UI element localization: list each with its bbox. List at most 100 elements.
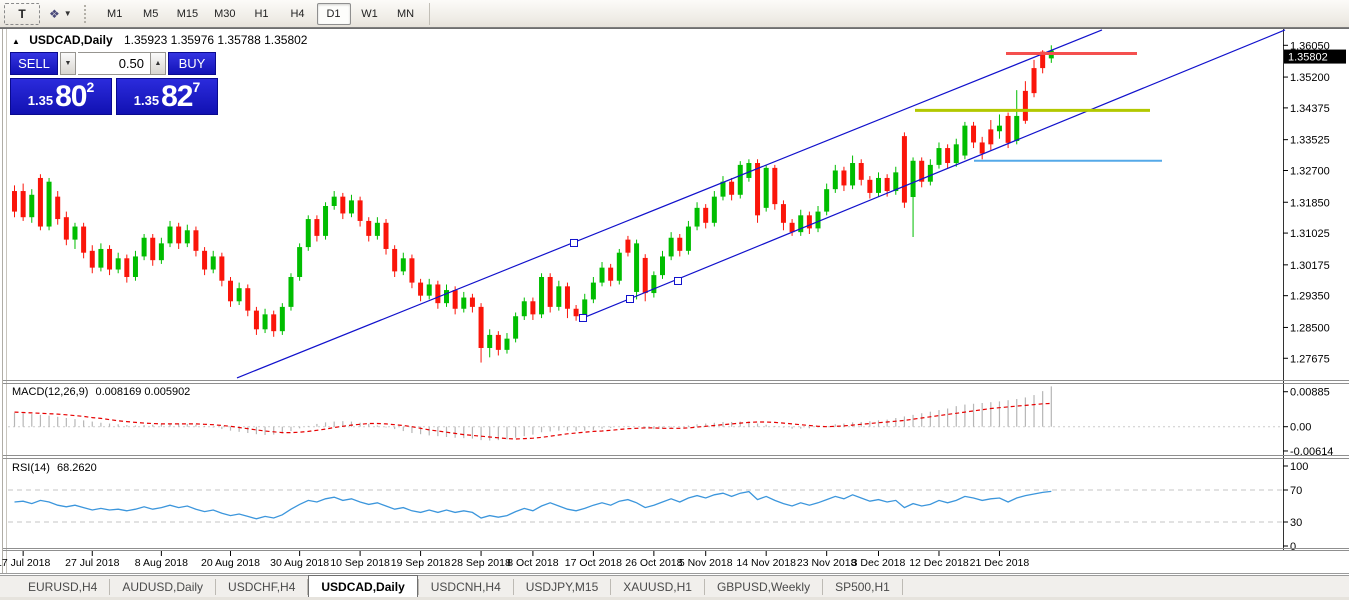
timeframe-toolbar: M1M5M15M30H1H4D1W1MN: [97, 3, 424, 25]
sell-button[interactable]: SELL: [10, 52, 58, 75]
candle-body: [280, 307, 285, 331]
price-tick-label: 1.28500: [1290, 322, 1330, 334]
date-tick-label: 8 Oct 2018: [507, 557, 559, 569]
sell-price-display[interactable]: 1.35 80 2: [10, 78, 112, 115]
timeframe-button-H4[interactable]: H4: [281, 3, 315, 25]
chart-tab-GBPUSD-Weekly[interactable]: GBPUSD,Weekly: [705, 576, 822, 598]
lower-channel-line-handle[interactable]: [675, 277, 682, 284]
date-tick-label: 19 Sep 2018: [391, 557, 451, 569]
chart-tab-AUDUSD-Daily[interactable]: AUDUSD,Daily: [110, 576, 215, 598]
candle-body: [263, 314, 268, 329]
macd-scale-label: 0.00885: [1290, 387, 1330, 399]
timeframe-button-D1[interactable]: D1: [317, 3, 351, 25]
mt4-window: { "toolbar": { "text_tool_label": "T", "…: [0, 0, 1349, 600]
candle-body: [297, 247, 302, 277]
price-tick-label: 1.32700: [1290, 165, 1330, 177]
chart-tab-bar: EURUSD,H4AUDUSD,DailyUSDCHF,H4USDCAD,Dai…: [0, 575, 1349, 598]
price-tick-label: 1.35200: [1290, 72, 1330, 84]
upper-channel-line-handle[interactable]: [571, 239, 578, 246]
price-tick-label: 1.30175: [1290, 260, 1330, 272]
price-tick-label: 1.33525: [1290, 135, 1330, 147]
price-tick-label: 1.29350: [1290, 291, 1330, 303]
candle-body: [409, 258, 414, 282]
candle-body: [600, 268, 605, 283]
candle-body: [219, 256, 224, 280]
timeframe-button-M1[interactable]: M1: [98, 3, 132, 25]
buy-price-prefix: 1.35: [134, 91, 159, 111]
tab-bar-lead: [0, 576, 16, 598]
lower-channel-line-handle[interactable]: [627, 295, 634, 302]
candle-body: [1023, 91, 1028, 121]
candle-body: [962, 126, 967, 156]
candle-body: [496, 335, 501, 350]
sell-price-prefix: 1.35: [28, 91, 53, 111]
candle-body: [997, 126, 1002, 132]
objects-tool-button[interactable]: ❖ ▼: [42, 3, 79, 25]
date-tick-label: 23 Nov 2018: [797, 557, 857, 569]
chevron-down-icon: ▼: [64, 9, 72, 18]
rsi-scale-label: 0: [1290, 541, 1296, 553]
timeframe-button-H1[interactable]: H1: [245, 3, 279, 25]
candle-body: [124, 258, 129, 277]
candle-body: [55, 197, 60, 219]
candle-body: [902, 136, 907, 203]
candle-body: [504, 339, 509, 350]
toolbar-grip[interactable]: [84, 5, 93, 23]
rsi-name: RSI(14): [12, 462, 50, 474]
candle-body: [669, 238, 674, 257]
candle-body: [487, 335, 492, 348]
date-tick-label: 17 Oct 2018: [565, 557, 622, 569]
candle-body: [150, 238, 155, 260]
candle-body: [306, 219, 311, 247]
timeframe-button-M30[interactable]: M30: [207, 3, 242, 25]
lower-channel-line-handle[interactable]: [580, 314, 587, 321]
candle-body: [928, 165, 933, 182]
candle-body: [228, 281, 233, 302]
candle-body: [142, 238, 147, 257]
candle-body: [591, 283, 596, 300]
candle-body: [686, 227, 691, 251]
candle-body: [384, 223, 389, 249]
candle-body: [738, 165, 743, 195]
volume-increase-button[interactable]: ▲: [150, 52, 166, 75]
candle-body: [755, 163, 760, 215]
candle-body: [893, 172, 898, 191]
candle-body: [435, 284, 440, 303]
buy-price-display[interactable]: 1.35 82 7: [116, 78, 218, 115]
chart-tab-SP500-H1[interactable]: SP500,H1: [823, 576, 902, 598]
date-tick-label: 28 Sep 2018: [451, 557, 511, 569]
candle-body: [565, 286, 570, 308]
candle-body: [185, 230, 190, 243]
candle-body: [392, 249, 397, 271]
chart-tab-USDJPY-M15[interactable]: USDJPY,M15: [514, 576, 610, 598]
chart-tab-EURUSD-H4[interactable]: EURUSD,H4: [16, 576, 109, 598]
chart-tab-USDCHF-H4[interactable]: USDCHF,H4: [216, 576, 307, 598]
chart-tab-XAUUSD-H1[interactable]: XAUUSD,H1: [611, 576, 704, 598]
candle-body: [349, 200, 354, 213]
timeframe-button-MN[interactable]: MN: [389, 3, 423, 25]
timeframe-button-M15[interactable]: M15: [170, 3, 205, 25]
collapse-arrow-icon[interactable]: ▲: [12, 37, 20, 46]
candle-body: [954, 144, 959, 163]
price-tick-label: 1.31025: [1290, 228, 1330, 240]
text-tool-button[interactable]: T: [4, 3, 40, 25]
volume-decrease-button[interactable]: ▼: [60, 52, 76, 75]
date-tick-label: 26 Oct 2018: [625, 557, 682, 569]
candle-body: [366, 221, 371, 236]
candle-body: [936, 148, 941, 165]
date-tick-label: 3 Dec 2018: [852, 557, 906, 569]
timeframe-button-W1[interactable]: W1: [353, 3, 387, 25]
volume-input[interactable]: 0.50: [78, 52, 150, 75]
candle-body: [288, 277, 293, 307]
chart-tab-USDCNH-H4[interactable]: USDCNH,H4: [419, 576, 513, 598]
buy-button[interactable]: BUY: [168, 52, 216, 75]
timeframe-button-M5[interactable]: M5: [134, 3, 168, 25]
date-tick-label: 14 Nov 2018: [736, 557, 796, 569]
chart-tab-USDCAD-Daily[interactable]: USDCAD,Daily: [308, 575, 417, 598]
price-tick-label: 1.34375: [1290, 103, 1330, 115]
candle-body: [470, 298, 475, 307]
candle-body: [660, 256, 665, 275]
candle-body: [47, 182, 52, 227]
candle-body: [159, 243, 164, 260]
candle-body: [634, 243, 639, 292]
